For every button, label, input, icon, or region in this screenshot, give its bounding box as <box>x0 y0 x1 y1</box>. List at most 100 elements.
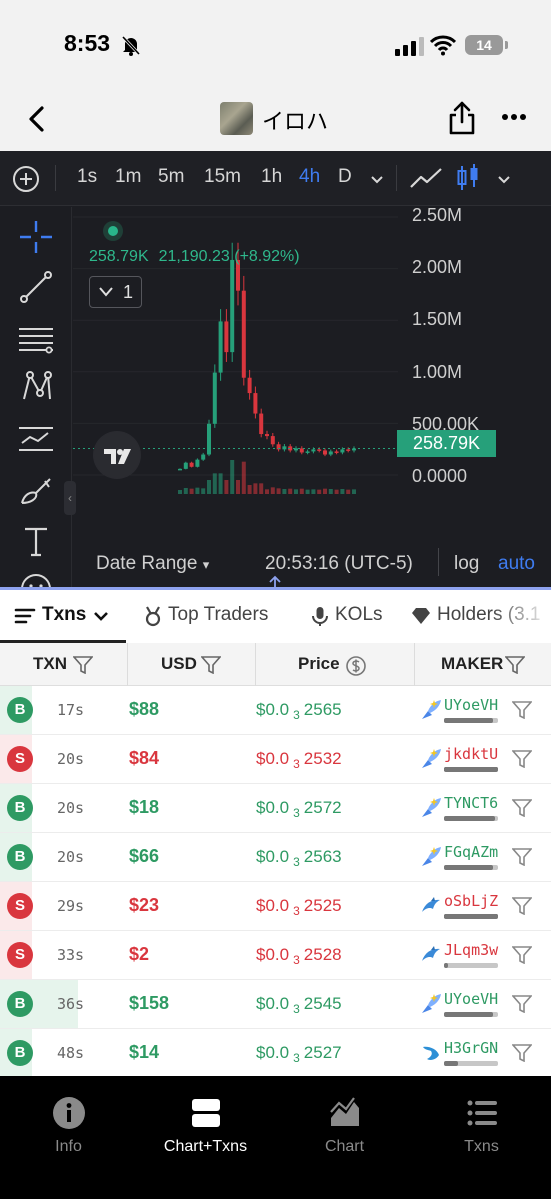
txn-row[interactable]: B 20s $18 $0.0 3 2572 TYNCT6 <box>0 784 551 833</box>
trend-line-icon[interactable] <box>16 267 56 307</box>
battery-indicator: 14 <box>465 35 508 55</box>
filter-icon[interactable] <box>512 750 532 768</box>
txn-row[interactable]: S 20s $84 $0.0 3 2532 jkdktU <box>0 735 551 784</box>
price-digits: 2563 <box>303 847 342 866</box>
filter-icon[interactable] <box>73 656 93 674</box>
column-txn[interactable]: TXN <box>33 654 67 674</box>
filter-icon[interactable] <box>512 946 532 964</box>
timeframe-4h[interactable]: 4h <box>299 166 320 188</box>
maker-address[interactable]: FGqAZm <box>444 843 498 861</box>
back-chevron-icon[interactable] <box>22 104 52 134</box>
chevron-down-icon <box>99 287 113 297</box>
maker-address[interactable]: H3GrGN <box>444 1039 498 1057</box>
filter-icon[interactable] <box>201 656 221 674</box>
indicator-collapse-button[interactable]: 1 <box>89 276 142 308</box>
pattern-icon[interactable] <box>16 367 56 407</box>
volume-bar <box>328 489 333 494</box>
sell-badge: S <box>7 746 33 772</box>
txn-row[interactable]: B 20s $66 $0.0 3 2563 FGqAZm <box>0 833 551 882</box>
timeframe-1m[interactable]: 1m <box>115 166 141 188</box>
column-maker[interactable]: MAKER <box>441 654 503 674</box>
emoji-tool-icon[interactable] <box>16 569 56 589</box>
filter-icon[interactable] <box>512 1044 532 1062</box>
timeframe-D[interactable]: D <box>338 166 352 188</box>
candle-body <box>247 377 252 394</box>
chart-panel: 1s 1m 5m 15m 1h 4h D ‹ 258.79K 21,190.23… <box>0 151 551 589</box>
prediction-icon[interactable] <box>16 419 56 459</box>
tab-txns[interactable]: Txns <box>42 604 86 626</box>
filter-icon[interactable] <box>512 799 532 817</box>
token-avatar <box>220 102 253 135</box>
auto-scale-toggle[interactable]: auto <box>498 553 535 575</box>
maker-address[interactable]: jkdktU <box>444 745 498 763</box>
brush-icon[interactable] <box>16 469 56 509</box>
tab-kols[interactable]: KOLs <box>335 604 383 626</box>
tab-top-traders[interactable]: Top Traders <box>168 604 268 626</box>
more-options-icon[interactable] <box>501 108 527 126</box>
filter-icon[interactable] <box>512 897 532 915</box>
txn-row[interactable]: B 36s $158 $0.0 3 2545 UYoeVH <box>0 980 551 1029</box>
maker-address[interactable]: UYoeVH <box>444 696 498 714</box>
volume-bar <box>247 485 252 494</box>
crosshair-icon[interactable] <box>16 217 56 257</box>
add-indicator-icon[interactable] <box>12 165 40 193</box>
timeframe-1s[interactable]: 1s <box>77 166 97 188</box>
nav-info[interactable]: Info <box>0 1096 137 1156</box>
toolbar-divider <box>55 165 56 191</box>
candle-body <box>207 423 211 455</box>
maker-address[interactable]: TYNCT6 <box>444 794 498 812</box>
volume-bar <box>236 480 240 494</box>
txn-row[interactable]: S 33s $2 $0.0 3 2528 JLqm3w <box>0 931 551 980</box>
log-scale-toggle[interactable]: log <box>454 553 479 575</box>
candlestick-icon[interactable] <box>456 163 480 193</box>
volume-bar <box>212 473 217 494</box>
txn-age: 20s <box>57 848 85 866</box>
price-plot[interactable]: 258.79K21,190.23 (+8.92%) 1 258.79K 7 13… <box>73 207 551 503</box>
chevron-down-icon[interactable] <box>497 172 511 186</box>
price-zero-count: 3 <box>293 953 300 967</box>
nav-chart-txns[interactable]: Chart+Txns <box>137 1096 274 1156</box>
share-icon[interactable] <box>447 100 477 136</box>
txn-age: 20s <box>57 799 85 817</box>
timeframe-15m[interactable]: 15m <box>204 166 241 188</box>
txn-row[interactable]: S 29s $23 $0.0 3 2525 oSbLjZ <box>0 882 551 931</box>
timeframe-1h[interactable]: 1h <box>261 166 282 188</box>
candle-body <box>241 290 246 378</box>
column-price[interactable]: Price <box>298 654 340 674</box>
chevron-down-icon[interactable] <box>370 172 384 186</box>
txn-row[interactable]: B 48s $14 $0.0 3 2527 H3GrGN <box>0 1029 551 1076</box>
text-tool-icon[interactable] <box>16 521 56 561</box>
timeframe-5m[interactable]: 5m <box>158 166 184 188</box>
txn-price: $0.0 3 2545 <box>256 994 342 1016</box>
microphone-icon <box>312 607 328 626</box>
rocket-icon <box>419 845 443 869</box>
line-chart-icon[interactable] <box>409 165 443 191</box>
filter-icon[interactable] <box>512 701 532 719</box>
volume-bar <box>270 487 275 494</box>
txn-price: $0.0 3 2565 <box>256 700 342 722</box>
candle-body <box>346 449 351 451</box>
date-range-button[interactable]: Date Range ▾ <box>96 553 209 575</box>
sell-badge: S <box>7 893 33 919</box>
maker-address[interactable]: oSbLjZ <box>444 892 498 910</box>
price-digits: 2545 <box>303 994 342 1013</box>
candle-body <box>270 436 275 445</box>
maker-address[interactable]: UYoeVH <box>444 990 498 1008</box>
price-prefix: $0.0 <box>256 700 290 719</box>
ohlc-price-change: 21,190.23 (+8.92%) <box>158 248 300 265</box>
candle-body <box>201 454 206 460</box>
nav-txns[interactable]: Txns <box>413 1096 550 1156</box>
fib-lines-icon[interactable] <box>16 319 56 359</box>
maker-address[interactable]: JLqm3w <box>444 941 498 959</box>
column-usd[interactable]: USD <box>161 654 197 674</box>
nav-chart[interactable]: Chart <box>276 1096 413 1156</box>
filter-icon[interactable] <box>505 656 525 674</box>
txn-row[interactable]: B 17s $88 $0.0 3 2565 UYoeVH <box>0 686 551 735</box>
filter-icon[interactable] <box>512 848 532 866</box>
filter-icon[interactable] <box>512 995 532 1013</box>
currency-toggle-icon[interactable] <box>345 655 367 677</box>
chevron-down-icon[interactable] <box>92 607 110 625</box>
candle-body <box>230 259 235 353</box>
volume-bar <box>253 483 258 494</box>
area-chart-icon <box>329 1097 359 1126</box>
